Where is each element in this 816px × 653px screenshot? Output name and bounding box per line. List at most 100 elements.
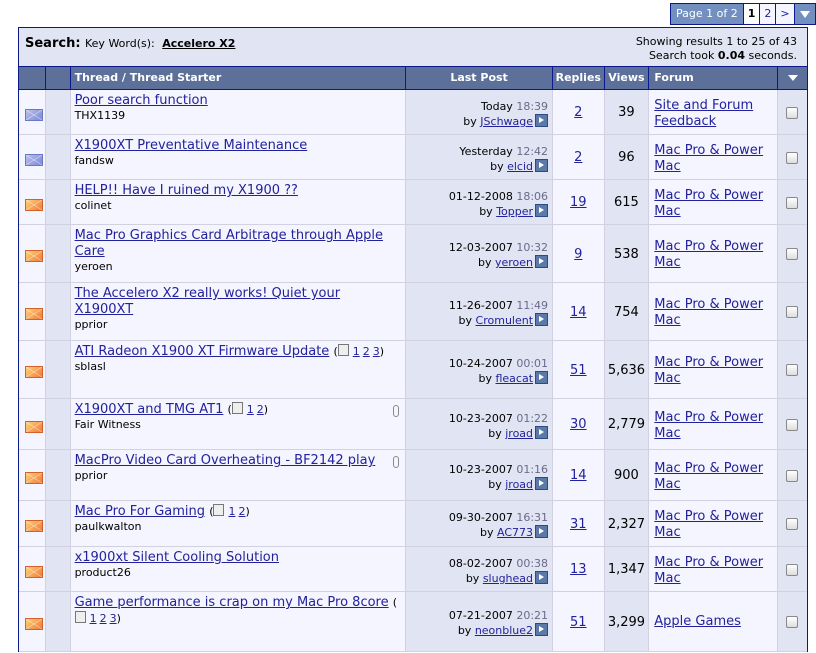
header-forum[interactable]: Forum — [649, 67, 778, 89]
last-post-time: 16:31 — [516, 511, 549, 524]
replies-link[interactable]: 2 — [574, 105, 582, 120]
replies-link[interactable]: 51 — [570, 363, 587, 378]
forum-link[interactable]: Mac Pro & Power Mac — [654, 461, 763, 492]
thread-title-link[interactable]: ATI Radeon X1900 XT Firmware Update — [75, 344, 330, 359]
last-poster-link[interactable]: elcid — [507, 160, 533, 173]
views-count: 538 — [614, 247, 639, 262]
last-poster-link[interactable]: neonblue2 — [475, 624, 533, 637]
go-to-last-post-icon[interactable] — [535, 426, 549, 439]
thread-select-checkbox[interactable] — [785, 616, 798, 628]
go-to-last-post-icon[interactable] — [535, 114, 549, 127]
go-to-last-post-icon[interactable] — [535, 477, 549, 490]
thread-page-link[interactable]: 2 — [100, 612, 107, 625]
go-to-last-post-icon[interactable] — [535, 313, 549, 326]
go-to-last-post-icon[interactable] — [535, 623, 549, 636]
thread-title-link[interactable]: HELP!! Have I ruined my X1900 ?? — [75, 183, 298, 198]
replies-link[interactable]: 51 — [570, 615, 587, 630]
replies-link[interactable]: 30 — [570, 417, 587, 432]
thread-page-link[interactable]: 1 — [353, 345, 360, 358]
forum-link[interactable]: Apple Games — [654, 614, 741, 629]
thread-select-checkbox[interactable] — [785, 364, 798, 376]
thread-title-link[interactable]: Mac Pro For Gaming — [75, 504, 205, 519]
go-to-last-post-icon[interactable] — [535, 204, 549, 217]
forum-link[interactable]: Mac Pro & Power Mac — [654, 555, 763, 586]
thread-select-checkbox[interactable] — [785, 564, 798, 576]
forum-cell: Mac Pro & Power Mac — [649, 547, 778, 591]
forum-link[interactable]: Mac Pro & Power Mac — [654, 143, 763, 174]
header-views[interactable]: Views — [605, 67, 650, 89]
thread-page-link[interactable]: 3 — [110, 612, 117, 625]
thread-select-checkbox[interactable] — [785, 306, 798, 318]
thread-select-checkbox[interactable] — [785, 419, 798, 431]
last-poster-link[interactable]: fleacat — [495, 372, 533, 385]
thread-select-checkbox[interactable] — [785, 518, 798, 530]
thread-title-link[interactable]: The Accelero X2 really works! Quiet your… — [75, 286, 341, 317]
table-row: The Accelero X2 really works! Quiet your… — [19, 283, 808, 341]
thread-page-link[interactable]: 3 — [373, 345, 380, 358]
last-poster-link[interactable]: slughead — [483, 572, 533, 585]
go-to-last-post-icon[interactable] — [535, 255, 549, 268]
go-to-last-post-icon[interactable] — [535, 159, 549, 172]
thread-status-envelope-icon — [25, 566, 43, 578]
last-post-cell: 11-26-2007 11:49 by Cromulent — [406, 283, 554, 340]
header-thread[interactable]: Thread / Thread Starter — [71, 67, 407, 89]
thread-title-link[interactable]: X1900XT and TMG AT1 — [75, 402, 224, 417]
last-poster-link[interactable]: jroad — [505, 427, 533, 440]
table-row: Game performance is crap on my Mac Pro 8… — [19, 592, 808, 652]
go-to-last-post-icon[interactable] — [535, 571, 549, 584]
replies-link[interactable]: 9 — [574, 247, 582, 262]
go-to-last-post-icon[interactable] — [535, 525, 549, 538]
last-poster-link[interactable]: Topper — [496, 205, 533, 218]
views-count: 5,636 — [607, 363, 646, 378]
inline-mod-menu-icon[interactable] — [778, 67, 807, 89]
thread-page-link[interactable]: 1 — [90, 612, 97, 625]
thread-title-link[interactable]: MacPro Video Card Overheating - BF2142 p… — [75, 453, 376, 468]
replies-link[interactable]: 14 — [570, 468, 587, 483]
thread-page-link[interactable]: 2 — [363, 345, 370, 358]
forum-link[interactable]: Mac Pro & Power Mac — [654, 355, 763, 386]
thread-select-checkbox[interactable] — [785, 470, 798, 482]
page-navigation: Page 1 of 2 1 2 > — [670, 3, 816, 25]
thread-select-checkbox[interactable] — [785, 152, 798, 164]
forum-link[interactable]: Mac Pro & Power Mac — [654, 509, 763, 540]
forum-link[interactable]: Mac Pro & Power Mac — [654, 410, 763, 441]
thread-title-link[interactable]: Game performance is crap on my Mac Pro 8… — [75, 595, 389, 610]
page-2-link[interactable]: 2 — [760, 4, 777, 24]
thread-select-checkbox[interactable] — [785, 248, 798, 260]
replies-link[interactable]: 31 — [570, 517, 587, 532]
header-last-post[interactable]: Last Post — [406, 67, 553, 89]
thread-page-link[interactable]: 2 — [238, 505, 245, 518]
thread-select-checkbox[interactable] — [785, 197, 798, 209]
thread-title-link[interactable]: Mac Pro Graphics Card Arbitrage through … — [75, 228, 383, 259]
forum-link[interactable]: Mac Pro & Power Mac — [654, 188, 763, 219]
go-to-last-post-icon[interactable] — [535, 371, 549, 384]
thread-select-checkbox[interactable] — [785, 107, 798, 119]
last-poster-link[interactable]: JSchwage — [480, 115, 533, 128]
thread-page-link[interactable]: 1 — [228, 505, 235, 518]
page-menu-dropdown-icon[interactable] — [794, 4, 815, 24]
last-poster-link[interactable]: Cromulent — [476, 314, 534, 327]
replies-link[interactable]: 13 — [570, 562, 587, 577]
replies-link[interactable]: 2 — [574, 150, 582, 165]
thread-title-link[interactable]: x1900xt Silent Cooling Solution — [75, 550, 279, 565]
thread-cell: Mac Pro For Gaming (1 2) paulkwalton — [70, 501, 407, 546]
last-poster-link[interactable]: jroad — [505, 478, 533, 491]
next-page-link[interactable]: > — [776, 4, 795, 24]
thread-page-link[interactable]: 1 — [247, 403, 254, 416]
header-replies[interactable]: Replies — [553, 67, 605, 89]
thread-title-link[interactable]: Poor search function — [75, 93, 208, 108]
keyword-link[interactable]: Accelero X2 — [162, 37, 235, 50]
search-keywords: Key Word(s): Accelero X2 — [85, 37, 235, 50]
thread-status-envelope-icon — [25, 308, 43, 320]
replies-link[interactable]: 19 — [570, 195, 587, 210]
forum-link[interactable]: Site and Forum Feedback — [654, 98, 753, 129]
forum-link[interactable]: Mac Pro & Power Mac — [654, 239, 763, 270]
by-label: by — [457, 624, 472, 637]
replies-link[interactable]: 14 — [570, 305, 587, 320]
last-poster-link[interactable]: yeroen — [495, 256, 533, 269]
forum-link[interactable]: Mac Pro & Power Mac — [654, 297, 763, 328]
last-poster-link[interactable]: AC773 — [497, 526, 533, 539]
thread-page-link[interactable]: 2 — [257, 403, 264, 416]
thread-title-link[interactable]: X1900XT Preventative Maintenance — [75, 138, 308, 153]
views-cell: 2,779 — [604, 399, 650, 449]
